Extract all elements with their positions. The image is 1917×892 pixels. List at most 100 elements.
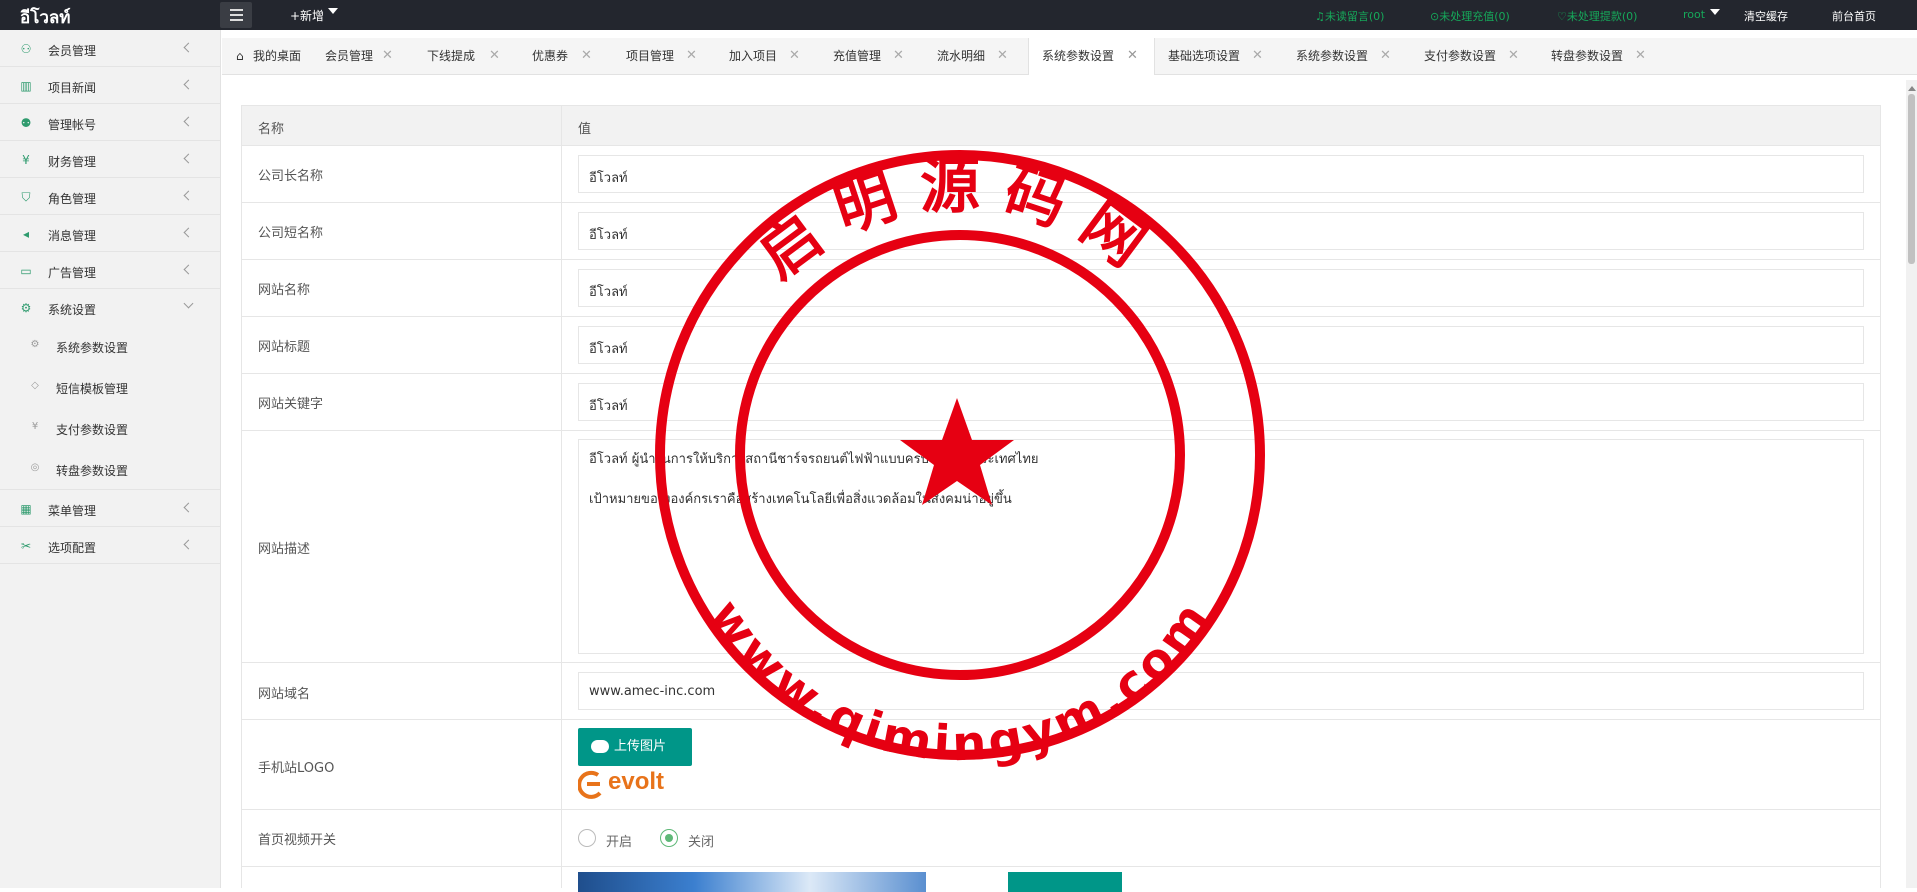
close-icon[interactable]: ✕ [581, 38, 592, 74]
tab-downline-commission[interactable]: 下线提成 ✕ [417, 38, 520, 75]
sidebar-item-finance[interactable]: ¥ 财务管理 [0, 141, 220, 178]
cloud-upload-icon [591, 740, 609, 753]
row-value: อีโวลท์ [562, 374, 1880, 430]
table-row [241, 866, 1881, 892]
company-short-name-input[interactable]: อีโวลท์ [578, 212, 1864, 250]
upload-image-button[interactable]: 上传图片 [578, 728, 692, 766]
row-value: อีโวลท์ [562, 317, 1880, 373]
tab-system-params-active[interactable]: 系统参数设置 ✕ [1028, 38, 1155, 76]
new-button[interactable]: +新增 [290, 7, 339, 24]
menu-toggle-button[interactable] [220, 2, 252, 28]
sidebar-subitem-payment-params[interactable]: ¥ 支付参数设置 [0, 408, 220, 449]
chevron-down-icon [183, 298, 194, 309]
close-icon[interactable]: ✕ [382, 38, 393, 74]
sidebar-item-messages[interactable]: ◂ 消息管理 [0, 215, 220, 252]
table-row: 网站标题 อีโวลท์ [241, 316, 1881, 373]
ad-icon: ▭ [20, 264, 32, 278]
tab-system-params[interactable]: 系统参数设置 ✕ [1283, 38, 1411, 75]
sidebar-item-roles[interactable]: ⛉ 角色管理 [0, 178, 220, 215]
site-domain-input[interactable]: www.amec-inc.com [578, 672, 1864, 710]
unread-messages-link[interactable]: ♫未读留言(0) [1315, 8, 1384, 24]
chevron-left-icon [183, 190, 194, 201]
wheel-icon: ◎ [30, 462, 40, 473]
sidebar-subitem-system-params[interactable]: ⚙ 系统参数设置 [0, 326, 220, 367]
finance-icon: ¥ [22, 153, 30, 167]
table-row: 网站域名 www.amec-inc.com [241, 662, 1881, 719]
tab-coupons[interactable]: 优惠券 ✕ [520, 38, 612, 75]
close-icon[interactable]: ✕ [997, 38, 1008, 74]
close-icon[interactable]: ✕ [489, 38, 500, 74]
speaker-icon: ◂ [22, 227, 30, 241]
close-icon[interactable]: ✕ [1635, 38, 1646, 74]
chevron-left-icon [183, 116, 194, 127]
user-icon: ⚇ [20, 42, 32, 56]
sidebar-item-menu[interactable]: ▦ 菜单管理 [0, 490, 220, 527]
table-row: 手机站LOGO 上传图片 evolt [241, 719, 1881, 809]
tab-join-project[interactable]: 加入项目 ✕ [717, 38, 821, 75]
table-row: 公司长名称 อีโวลท์ [241, 145, 1881, 202]
scroll-up-icon[interactable] [1908, 82, 1916, 91]
user-menu[interactable]: root [1683, 8, 1721, 21]
sidebar-item-options[interactable]: ✂ 选项配置 [0, 527, 220, 564]
row-label: 公司长名称 [242, 146, 562, 202]
sidebar-item-news[interactable]: ▥ 项目新闻 [0, 67, 220, 104]
close-icon[interactable]: ✕ [1127, 38, 1138, 74]
company-long-name-input[interactable]: อีโวลท์ [578, 155, 1864, 193]
tab-recharge-management[interactable]: 充值管理 ✕ [821, 38, 925, 75]
row-value: อีโวลท์ [562, 146, 1880, 202]
yen-icon: ¥ [31, 421, 39, 432]
unprocessed-recharge-link[interactable]: ⊙未处理充值(0) [1430, 8, 1510, 24]
upload-video-button[interactable] [1008, 872, 1122, 892]
sidebar-item-member[interactable]: ⚇ 会员管理 [0, 30, 220, 67]
tab-project-management[interactable]: 项目管理 ✕ [612, 38, 717, 75]
site-keywords-input[interactable]: อีโวลท์ [578, 383, 1864, 421]
site-title-input[interactable]: อีโวลท์ [578, 326, 1864, 364]
row-value: อีโวลท์ [562, 203, 1880, 259]
table-row: 公司短名称 อีโวลท์ [241, 202, 1881, 259]
frontend-home-link[interactable]: 前台首页 [1832, 8, 1876, 24]
tab-bar: ⌂ 我的桌面 会员管理 ✕ 下线提成 ✕ 优惠券 ✕ 项目管理 ✕ 加入项目 ✕ 充值管理 ✕… [222, 38, 1917, 76]
tab-basic-options[interactable]: 基础选项设置 ✕ [1155, 38, 1283, 75]
unprocessed-withdraw-link[interactable]: ♡未处理提款(0) [1557, 8, 1637, 24]
table-row: 网站关键字 อีโวลท์ [241, 373, 1881, 430]
tab-transaction-details[interactable]: 流水明细 ✕ [925, 38, 1028, 75]
close-icon[interactable]: ✕ [1508, 38, 1519, 74]
sidebar-item-system[interactable]: ⚙ 系统设置 [0, 289, 220, 326]
home-icon: ⌂ [236, 49, 244, 63]
tab-my-desktop[interactable]: ⌂ 我的桌面 [222, 38, 314, 75]
close-icon[interactable]: ✕ [893, 38, 904, 74]
row-label: 网站关键字 [242, 374, 562, 430]
row-label: 手机站LOGO [242, 720, 562, 809]
app-logo[interactable]: อีโวลท์ [20, 4, 71, 31]
scrollbar-thumb[interactable] [1908, 94, 1915, 264]
new-button-label: +新增 [290, 9, 325, 23]
close-icon[interactable]: ✕ [686, 38, 697, 74]
sidebar-item-ads[interactable]: ▭ 广告管理 [0, 252, 220, 289]
tab-wheel-params[interactable]: 转盘参数设置 ✕ [1538, 38, 1666, 75]
scrollbar[interactable] [1906, 80, 1917, 888]
sidebar-item-accounts[interactable]: ⚉ 管理帐号 [0, 104, 220, 141]
close-icon[interactable]: ✕ [1380, 38, 1391, 74]
row-value: อีโวลท์ [562, 260, 1880, 316]
sidebar-subitem-sms-templates[interactable]: ◇ 短信模板管理 [0, 367, 220, 408]
evolt-logo: evolt [577, 767, 678, 803]
tools-icon: ✂ [20, 539, 32, 553]
tab-member-management[interactable]: 会员管理 ✕ [314, 38, 417, 75]
sidebar-subitem-wheel-params[interactable]: ◎ 转盘参数设置 [0, 449, 220, 490]
bell-icon: ♫ [1315, 10, 1325, 23]
gear-icon: ⚙ [20, 301, 32, 315]
circle-icon: ⊙ [1430, 10, 1440, 23]
close-icon[interactable]: ✕ [789, 38, 800, 74]
close-icon[interactable]: ✕ [1252, 38, 1263, 74]
caret-down-icon [328, 8, 339, 19]
site-description-textarea[interactable]: อีโวลท์ ผู้นำในการให้บริการสถานีชาร์จรถย… [578, 439, 1864, 654]
chevron-left-icon [183, 539, 194, 550]
book-icon: ▥ [20, 79, 32, 93]
sidebar: ⚇ 会员管理 ▥ 项目新闻 ⚉ 管理帐号 ¥ 财务管理 ⛉ 角色管理 ◂ 消息管理 ▭ 广告管… [0, 30, 221, 888]
gear-icon: ⚙ [30, 339, 40, 350]
site-name-input[interactable]: อีโวลท์ [578, 269, 1864, 307]
clear-cache-link[interactable]: 清空缓存 [1744, 8, 1788, 24]
header-value: 值 [578, 122, 592, 137]
chevron-left-icon [183, 264, 194, 275]
tab-payment-params[interactable]: 支付参数设置 ✕ [1411, 38, 1538, 75]
